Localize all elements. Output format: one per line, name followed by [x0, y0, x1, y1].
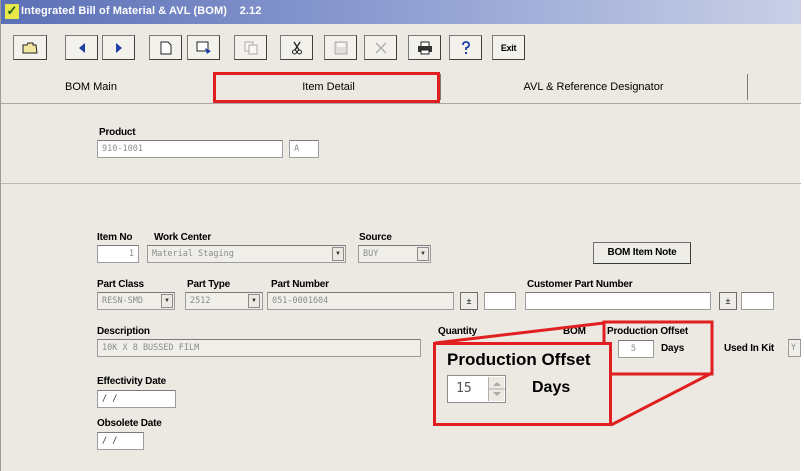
callout-line-bottom	[610, 371, 713, 427]
highlight-production-offset	[602, 320, 714, 376]
zoom-production-offset-field: 15	[447, 375, 506, 403]
callout-line-top	[434, 321, 605, 345]
zoom-offset-value: 15	[456, 381, 472, 396]
spinner-icon	[488, 377, 505, 401]
zoom-title: Production Offset	[447, 350, 591, 369]
application-window: ✓ Integrated Bill of Material & AVL (BOM…	[0, 0, 801, 471]
production-offset-zoom: Production Offset 15 Days	[433, 342, 612, 426]
zoom-days-label: Days	[532, 379, 571, 396]
callout-lines	[434, 320, 714, 427]
